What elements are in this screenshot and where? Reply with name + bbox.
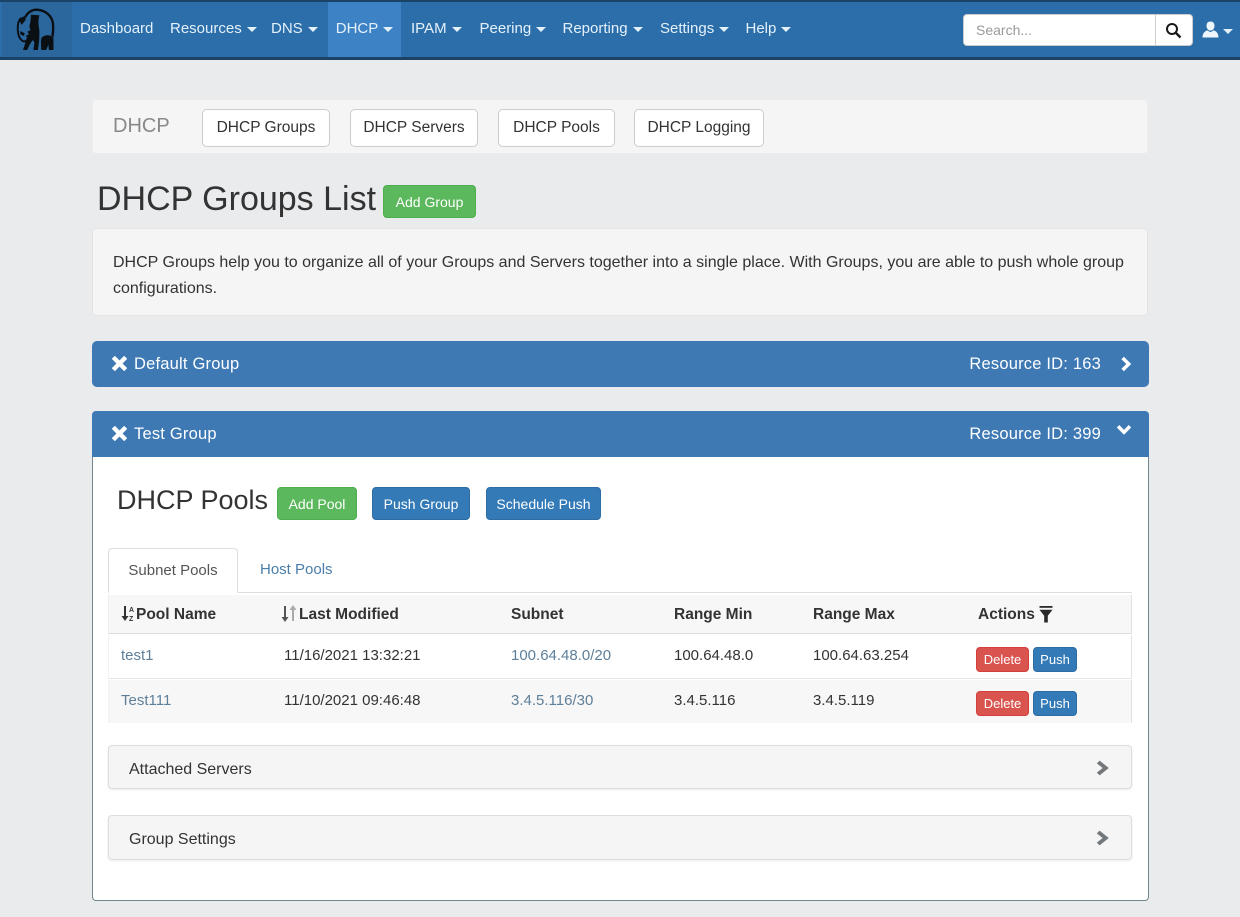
- svg-text:Z: Z: [129, 616, 134, 622]
- svg-text:A: A: [129, 607, 134, 614]
